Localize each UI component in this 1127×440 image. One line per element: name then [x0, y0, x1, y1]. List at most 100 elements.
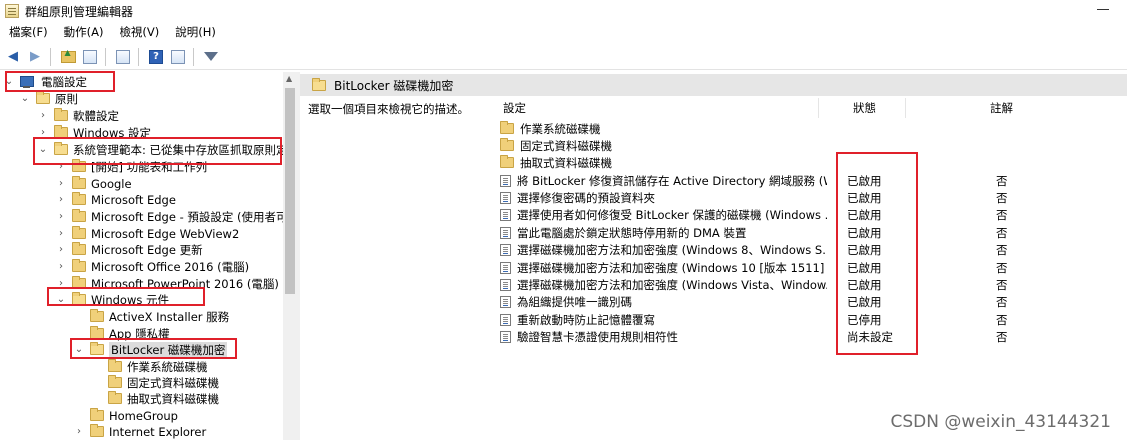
tree-item-label: Microsoft Edge 更新 [91, 242, 203, 257]
tree-item-edge-webview2[interactable]: › Microsoft Edge WebView2 [56, 225, 239, 242]
chevron-right-icon[interactable]: › [56, 228, 66, 239]
tree-item-office-2016[interactable]: › Microsoft Office 2016 (電腦) [56, 258, 249, 275]
folder-icon [500, 138, 514, 152]
folder-up-icon[interactable] [59, 48, 77, 66]
column-separator[interactable] [905, 98, 906, 118]
column-header-comment[interactable]: 註解 [990, 98, 1013, 118]
tree-item-label: 抽取式資料磁碟機 [127, 391, 219, 406]
title-bar: 群組原則管理編輯器 [0, 0, 1127, 22]
folder-open-icon [36, 91, 50, 104]
setting-comment: 否 [996, 260, 1008, 275]
tree-item-google[interactable]: › Google [56, 175, 132, 192]
tree-item-windows-settings[interactable]: › Windows 設定 [38, 124, 151, 141]
tree-item-start-menu[interactable]: › [開始] 功能表和工作列 [56, 158, 207, 175]
tree-item-label: Google [91, 176, 132, 191]
chevron-down-icon[interactable]: ⌄ [38, 144, 48, 155]
list-item-setting[interactable]: 重新啟動時防止記憶體覆寫 已停用 否 [500, 311, 1127, 328]
menu-view[interactable]: 檢視(V) [111, 24, 167, 40]
tree-item-removable-drives[interactable]: › 抽取式資料磁碟機 [92, 390, 219, 407]
setting-state: 已啟用 [847, 260, 882, 275]
tree-item-app-privacy[interactable]: › App 隱私權 [74, 325, 170, 342]
list-item-setting[interactable]: 選擇磁碟機加密方法和加密強度 (Windows 8、Windows S... 已… [500, 242, 1127, 259]
list-item-setting[interactable]: 為組織提供唯一識別碼 已啟用 否 [500, 294, 1127, 311]
chevron-right-icon[interactable]: › [56, 211, 66, 222]
chevron-right-icon[interactable]: › [56, 278, 66, 289]
show-hide-tree-icon[interactable] [81, 48, 99, 66]
setting-state: 尚未設定 [847, 330, 893, 345]
tree-item-fixed-drives[interactable]: › 固定式資料磁碟機 [92, 374, 219, 391]
chevron-right-icon[interactable]: › [38, 110, 48, 121]
column-header-setting[interactable]: 設定 [503, 98, 526, 118]
tree-item-computer-config[interactable]: ⌄ 電腦設定 [4, 73, 87, 90]
properties-view-icon[interactable] [169, 48, 187, 66]
list-item-setting[interactable]: 將 BitLocker 修復資訊儲存在 Active Directory 網域服… [500, 172, 1127, 189]
chevron-right-icon[interactable]: › [74, 426, 84, 437]
tree-item-internet-explorer[interactable]: › Internet Explorer [74, 423, 206, 440]
tree-item-powerpoint-2016[interactable]: › Microsoft PowerPoint 2016 (電腦) [56, 275, 279, 292]
folder-icon [54, 108, 68, 121]
tree-item-activex-installer[interactable]: › ActiveX Installer 服務 [74, 308, 229, 325]
chevron-right-icon[interactable]: › [56, 194, 66, 205]
list-item-setting[interactable]: 選擇使用者如何修復受 BitLocker 保護的磁碟機 (Windows ...… [500, 207, 1127, 224]
chevron-right-icon[interactable]: › [56, 261, 66, 272]
tree-item-label: Windows 元件 [91, 292, 169, 307]
tree-item-software-settings[interactable]: › 軟體設定 [38, 107, 119, 124]
forward-arrow-icon[interactable]: ▶ [26, 48, 44, 66]
tree-item-edge-defaults[interactable]: › Microsoft Edge - 預設設定 (使用者可以 [56, 208, 283, 225]
menu-file[interactable]: 檔案(F) [0, 24, 56, 40]
folder-icon [90, 326, 104, 339]
tree-item-policies[interactable]: ⌄ 原則 [20, 90, 78, 107]
menu-help[interactable]: 說明(H) [167, 24, 224, 40]
chevron-down-icon[interactable]: ⌄ [56, 294, 66, 305]
help-icon[interactable]: ? [147, 48, 165, 66]
pane-splitter[interactable] [297, 72, 300, 440]
list-item-setting[interactable]: 選擇修復密碼的預設資料夾 已啟用 否 [500, 189, 1127, 206]
setting-name: 驗證智慧卡憑證使用規則相符性 [517, 330, 678, 345]
scroll-up-arrow-icon[interactable]: ▲ [286, 74, 292, 83]
folder-icon [72, 192, 86, 205]
chevron-down-icon[interactable]: ⌄ [74, 344, 84, 355]
setting-comment: 否 [996, 208, 1008, 223]
setting-comment: 否 [996, 191, 1008, 206]
tree-item-os-drives[interactable]: › 作業系統磁碟機 [92, 358, 208, 375]
folder-icon [72, 209, 86, 222]
tree-item-windows-components[interactable]: ⌄ Windows 元件 [56, 291, 169, 308]
minimize-button[interactable] [1097, 9, 1109, 10]
list-item-setting[interactable]: 驗證智慧卡憑證使用規則相符性 尚未設定 否 [500, 329, 1127, 346]
chevron-right-icon[interactable]: › [56, 161, 66, 172]
filter-icon[interactable] [202, 48, 220, 66]
list-item-setting[interactable]: 當此電腦處於鎖定狀態時停用新的 DMA 裝置 已啟用 否 [500, 224, 1127, 241]
column-header-state[interactable]: 狀態 [853, 98, 876, 118]
chevron-right-icon[interactable]: › [56, 178, 66, 189]
back-arrow-icon[interactable]: ◀ [4, 48, 22, 66]
menu-action[interactable]: 動作(A) [56, 24, 112, 40]
setting-state: 已啟用 [847, 225, 882, 240]
chevron-right-icon[interactable]: › [38, 127, 48, 138]
chevron-right-icon[interactable]: › [56, 244, 66, 255]
tree-item-homegroup[interactable]: › HomeGroup [74, 407, 178, 424]
list-item-folder[interactable]: 抽取式資料磁碟機 [500, 154, 1127, 171]
folder-icon [500, 155, 514, 169]
export-list-icon[interactable] [114, 48, 132, 66]
tree-item-admin-templates[interactable]: ⌄ 系統管理範本: 已從集中存放區抓取原則定 [38, 141, 283, 158]
tree-scrollbar[interactable]: ▲ [283, 72, 297, 440]
setting-name: 選擇磁碟機加密方法和加密強度 (Windows 8、Windows S... [517, 243, 827, 258]
tree-item-bitlocker[interactable]: ⌄ BitLocker 磁碟機加密 [74, 341, 228, 358]
chevron-down-icon[interactable]: ⌄ [4, 76, 14, 87]
policy-setting-icon [500, 226, 511, 239]
tree-item-edge-update[interactable]: › Microsoft Edge 更新 [56, 241, 203, 258]
tree-item-edge[interactable]: › Microsoft Edge [56, 191, 176, 208]
column-separator[interactable] [818, 98, 819, 118]
list-item-setting[interactable]: 選擇磁碟機加密方法和加密強度 (Windows Vista、Window... … [500, 276, 1127, 293]
folder-icon [90, 424, 104, 437]
list-item-folder[interactable]: 作業系統磁碟機 [500, 120, 1127, 137]
tree-item-label: 作業系統磁碟機 [127, 359, 208, 374]
tree-item-label: Microsoft Office 2016 (電腦) [91, 259, 250, 274]
scrollbar-thumb[interactable] [285, 88, 295, 294]
list-item-setting[interactable]: 選擇磁碟機加密方法和加密強度 (Windows 10 [版本 1511] ...… [500, 259, 1127, 276]
chevron-down-icon[interactable]: ⌄ [20, 93, 30, 104]
tree-item-label: 軟體設定 [73, 108, 119, 123]
tree-item-label: HomeGroup [109, 408, 178, 423]
list-item-folder[interactable]: 固定式資料磁碟機 [500, 137, 1127, 154]
policy-editor-app-icon [5, 4, 19, 18]
